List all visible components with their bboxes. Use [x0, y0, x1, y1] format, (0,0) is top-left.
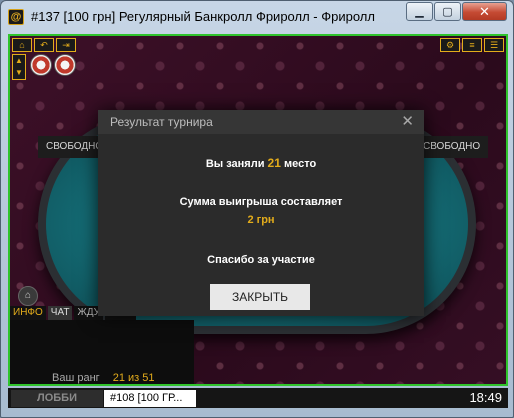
app-window: @ #137 [100 грн] Регулярный Банкролл Фри… — [0, 0, 514, 418]
settings-icon[interactable]: ⚙ — [440, 38, 460, 52]
close-button[interactable]: ✕ — [462, 2, 507, 21]
close-dialog-button[interactable]: ЗАКРЫТЬ — [210, 284, 310, 310]
prize-label: Сумма выигрыша составляет — [179, 196, 343, 208]
place-text: Вы заняли 21 место — [98, 156, 424, 170]
maximize-button[interactable]: ▢ — [434, 2, 461, 21]
window-title: #137 [100 грн] Регулярный Банкролл Фриро… — [31, 9, 376, 24]
bottom-bar: ЛОББИ #108 [100 ГР... 18:49 — [8, 388, 508, 408]
seat-empty-right[interactable]: СВОБОДНО — [415, 136, 489, 158]
place-value: 21 — [267, 156, 281, 170]
table-view: ⌂ ↶ ⇥ ⚙ ≡ ☰ ▲ ▼ СВОБОДНО СВОБОДНО ⌂ ИНФО … — [8, 34, 508, 386]
rank-label: Ваш ранг — [52, 372, 100, 384]
clock: 18:49 — [469, 390, 502, 405]
dialog-title: Результат турнира — [110, 115, 213, 129]
thanks-text: Спасибо за участие — [207, 254, 315, 266]
notes-icon[interactable]: ≡ — [462, 38, 482, 52]
tournament-result-dialog: Результат турнира ✕ Вы заняли 21 место С… — [98, 110, 424, 316]
chat-log[interactable] — [10, 320, 194, 372]
rank-value: 21 из 51 — [112, 372, 155, 384]
tab-info[interactable]: ИНФО — [10, 306, 46, 320]
home-icon[interactable]: ⌂ — [12, 38, 32, 52]
maximize-icon: ▢ — [442, 6, 453, 18]
minimize-icon: ▁ — [415, 6, 424, 18]
title-bar[interactable]: @ #137 [100 грн] Регулярный Банкролл Фри… — [1, 1, 513, 32]
collapse-arrows-icon[interactable]: ▲ ▼ — [12, 54, 26, 80]
prize-value: 2 грн — [247, 214, 275, 226]
tab-chat[interactable]: ЧАТ — [47, 306, 73, 320]
chip-icon — [54, 54, 76, 76]
table-tab[interactable]: #108 [100 ГР... — [104, 390, 196, 407]
export-icon[interactable]: ⇥ — [56, 38, 76, 52]
close-icon: ✕ — [479, 3, 490, 19]
place-prefix: Вы заняли — [205, 158, 265, 170]
dialog-close-icon[interactable]: ✕ — [401, 110, 414, 134]
menu-icon[interactable]: ☰ — [484, 38, 504, 52]
dealer-icon[interactable]: ⌂ — [18, 286, 38, 306]
chip-stack-icon — [30, 54, 52, 76]
lobby-tab[interactable]: ЛОББИ — [11, 390, 103, 407]
dialog-header: Результат турнира ✕ — [98, 110, 424, 134]
rank-info: Ваш ранг 21 из 51 — [10, 372, 194, 384]
app-logo-icon: @ — [8, 9, 24, 25]
place-suffix: место — [283, 158, 317, 170]
undo-icon[interactable]: ↶ — [34, 38, 54, 52]
minimize-button[interactable]: ▁ — [406, 2, 433, 21]
